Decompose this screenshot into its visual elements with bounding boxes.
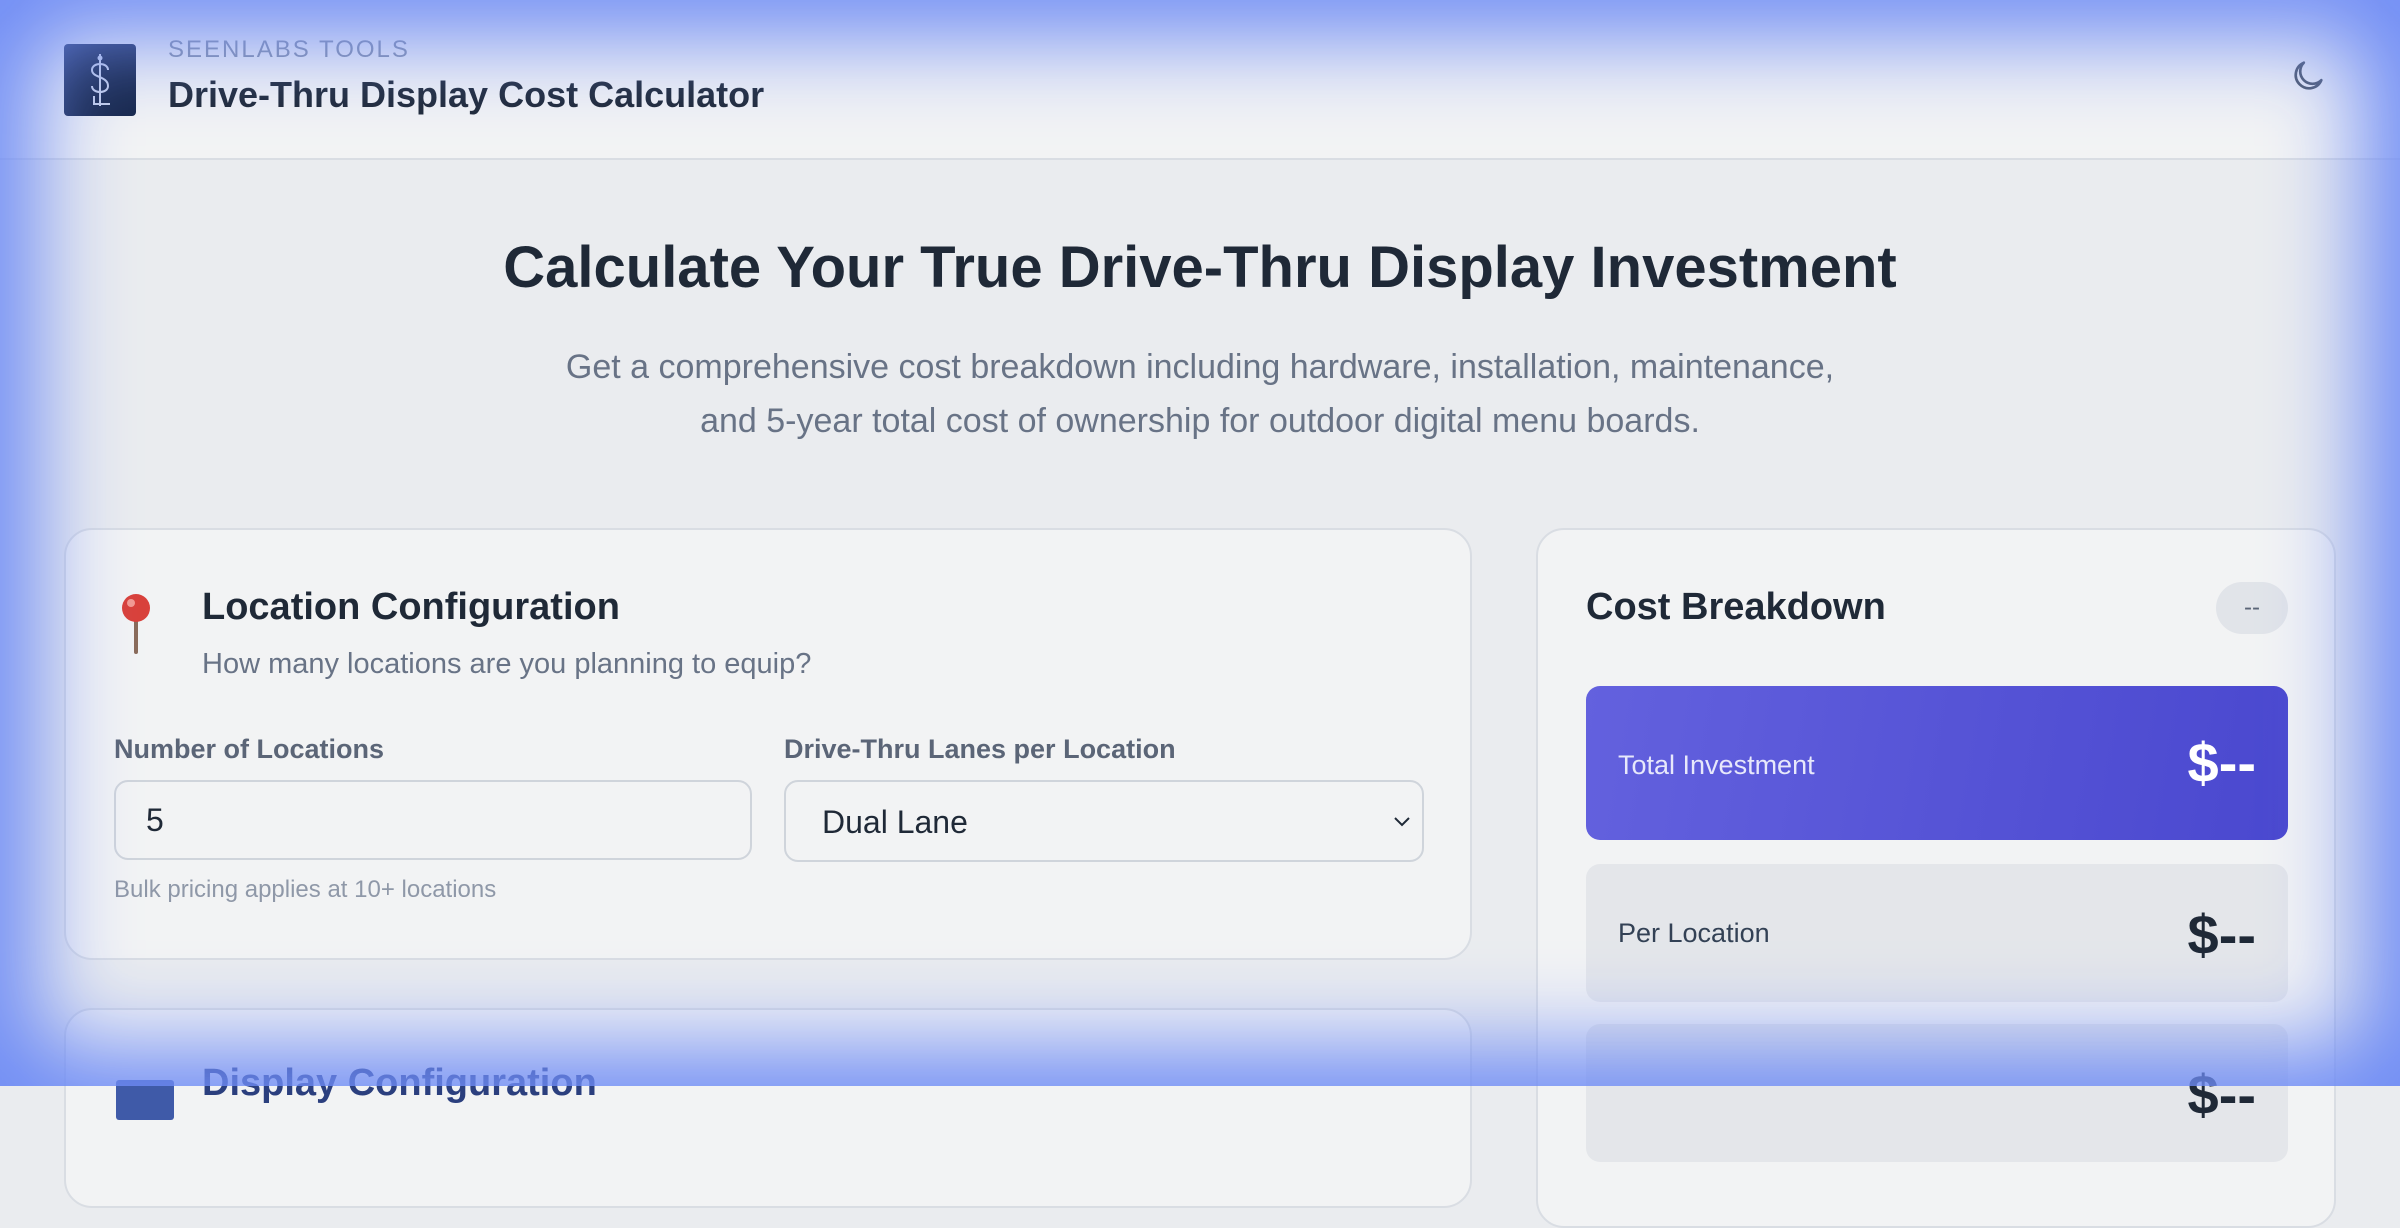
seenlabs-logo-icon[interactable]: [64, 44, 136, 116]
per-location-row: Per Location $--: [1586, 864, 2288, 1002]
lanes-label: Drive-Thru Lanes per Location: [784, 734, 1176, 764]
display-icon: [116, 1080, 174, 1120]
hero-title: Calculate Your True Drive-Thru Display I…: [503, 235, 1897, 300]
hero-subtitle-line-1: Get a comprehensive cost breakdown inclu…: [565, 348, 1835, 386]
moon-icon[interactable]: [2286, 54, 2330, 98]
locations-input[interactable]: [114, 780, 752, 860]
hero-subtitle: Get a comprehensive cost breakdown inclu…: [500, 340, 1900, 448]
brand-eyebrow: SEENLABS TOOLS: [168, 36, 410, 63]
chevron-down-icon: [1394, 817, 1410, 827]
cost-row-value: $--: [2187, 1063, 2256, 1126]
total-investment-row: Total Investment $--: [1586, 686, 2288, 840]
hero-subtitle-line-2: and 5-year total cost of ownership for o…: [700, 402, 1700, 440]
cost-breakdown-card: Cost Breakdown -- Total Investment $-- P…: [1536, 528, 2336, 1228]
display-configuration-card: Display Configuration: [64, 1008, 1472, 1208]
locations-label: Number of Locations: [114, 734, 385, 764]
location-section-description: How many locations are you planning to e…: [202, 648, 812, 680]
app-header: SEENLABS TOOLS Drive-Thru Display Cost C…: [0, 0, 2400, 160]
location-configuration-card: Location Configuration How many location…: [64, 528, 1472, 960]
app-title: Drive-Thru Display Cost Calculator: [168, 74, 765, 115]
location-section-title: Location Configuration: [202, 586, 620, 628]
per-location-value: $--: [2187, 903, 2256, 966]
pushpin-icon: [116, 590, 156, 654]
cost-breakdown-title: Cost Breakdown: [1586, 586, 1886, 628]
per-location-label: Per Location: [1618, 918, 1770, 948]
display-section-title: Display Configuration: [202, 1062, 597, 1104]
cost-row: $--: [1586, 1024, 2288, 1162]
cost-status-badge: --: [2216, 582, 2288, 634]
lanes-select[interactable]: Dual Lane: [784, 780, 1424, 862]
total-investment-value: $--: [2187, 731, 2256, 794]
lanes-selected-value: Dual Lane: [822, 804, 968, 840]
bulk-pricing-hint: Bulk pricing applies at 10+ locations: [114, 876, 497, 903]
total-investment-label: Total Investment: [1618, 750, 1815, 780]
